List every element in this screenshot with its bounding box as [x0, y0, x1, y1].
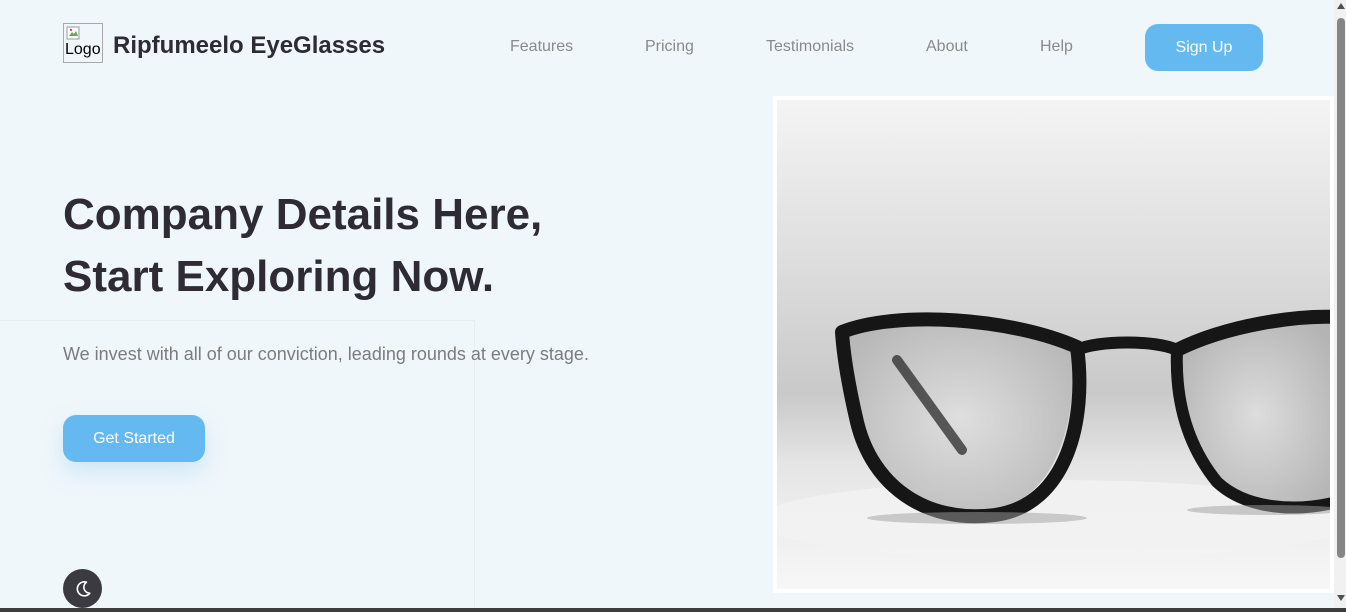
nav-features[interactable]: Features: [510, 38, 573, 56]
broken-image-icon: [66, 26, 80, 40]
brand-name[interactable]: Ripfumeelo EyeGlasses: [113, 32, 385, 60]
eyeglasses-photo: [773, 96, 1334, 593]
scroll-down-arrow-icon[interactable]: [1337, 595, 1345, 601]
nav-about[interactable]: About: [926, 38, 968, 56]
nav-help[interactable]: Help: [1040, 38, 1073, 56]
scroll-up-arrow-icon[interactable]: [1337, 3, 1345, 9]
hero-title-line-1: Company Details Here,: [63, 190, 543, 239]
theme-toggle-button[interactable]: [63, 569, 102, 608]
get-started-button[interactable]: Get Started: [63, 415, 205, 462]
hero-title-line-2: Start Exploring Now.: [63, 252, 495, 301]
logo-image[interactable]: Logo: [63, 23, 103, 63]
nav-pricing[interactable]: Pricing: [645, 38, 694, 56]
nav-testimonials[interactable]: Testimonials: [766, 38, 854, 56]
hero-subtitle: We invest with all of our conviction, le…: [63, 344, 589, 364]
moon-icon: [76, 580, 91, 597]
window-bottom-edge: [0, 608, 1346, 612]
page: Logo Ripfumeelo EyeGlasses Features Pric…: [0, 0, 1334, 608]
logo-alt-text: Logo: [65, 41, 101, 58]
scrollbar-thumb[interactable]: [1337, 18, 1345, 558]
signup-button[interactable]: Sign Up: [1145, 24, 1263, 71]
eyeglasses-illustration: [777, 100, 1330, 589]
hero-title: Company Details Here, Start Exploring No…: [63, 184, 703, 308]
